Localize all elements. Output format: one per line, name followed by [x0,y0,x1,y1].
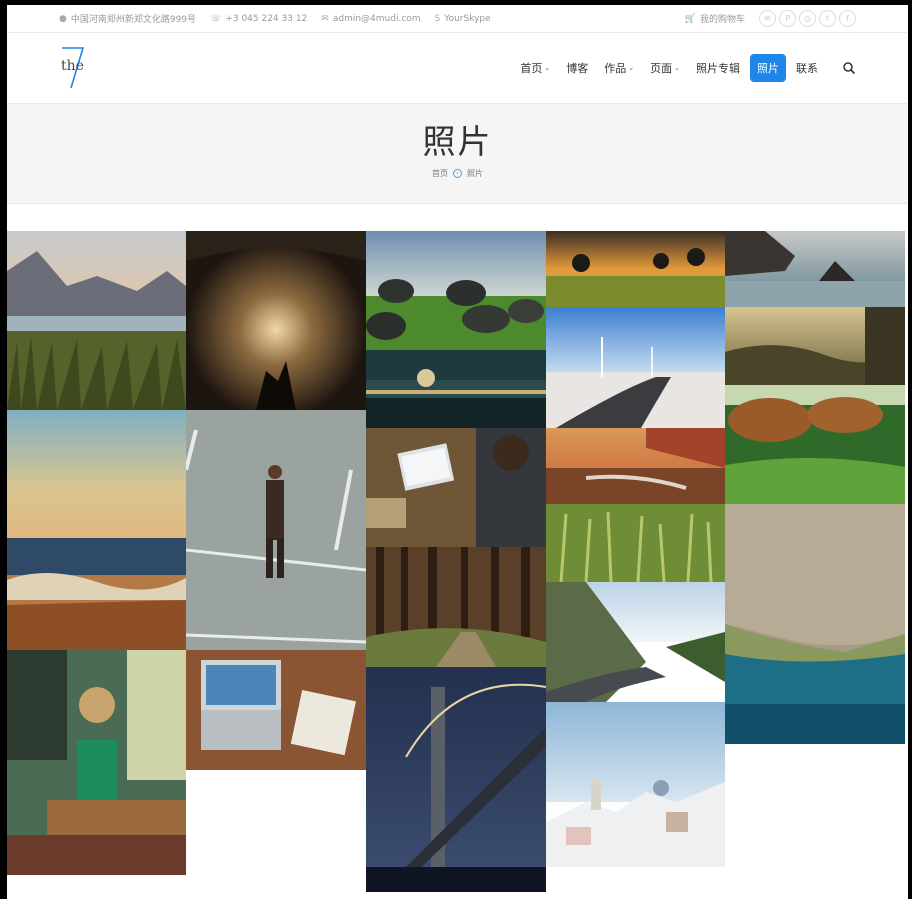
photo-laptop-desk[interactable] [186,650,366,770]
search-icon[interactable] [842,61,856,75]
photo-city-night-river[interactable] [366,350,546,428]
photo-wheat-field[interactable] [546,504,725,582]
nav-item-portfolio[interactable]: 作品 ⌄ [598,55,640,81]
photo-aerial-coast[interactable] [725,504,905,744]
envelope-icon: ✉ [321,13,329,24]
photo-desert-road[interactable] [546,428,725,504]
cart-link[interactable]: 🛒 我的购物车 [684,12,745,26]
photo-concert-stage[interactable] [186,231,366,410]
logo-text: the [61,58,84,74]
photo-misty-hills[interactable] [725,307,905,385]
photo-rocks-field[interactable] [366,231,546,350]
photo-mountain-road[interactable] [546,582,725,702]
photo-sunset-trees[interactable] [546,231,725,307]
main-nav: 首页 ⌄ 博客 作品 ⌄ 页面 ⌄ 照片专辑 照片 联系 [514,54,856,82]
page-title-band: 照片 首页 › 照片 [7,104,908,204]
top-bar: ● 中国河南郑州新郑文化路999号 ☏ +3 045 224 33 12 ✉ admi… [7,5,908,33]
twitter-icon[interactable]: t [819,10,836,27]
pinterest-icon[interactable]: P [779,10,796,27]
photo-teddy-cafe[interactable] [7,650,186,875]
nav-label: 照片专辑 [696,62,740,75]
chevron-right-icon: › [453,169,462,178]
nav-item-photos[interactable]: 照片 [750,54,786,82]
photo-coast-rocks[interactable] [725,231,905,307]
page-title: 照片 [422,122,493,161]
dribbble-icon[interactable]: ◎ [799,10,816,27]
address-text: 中国河南郑州新郑文化路999号 [70,15,197,25]
nav-label: 联系 [796,62,818,75]
cart-label: 我的购物车 [699,15,745,25]
nav-item-blog[interactable]: 博客 [560,55,594,81]
address-item: ● 中国河南郑州新郑文化路999号 [59,12,197,26]
breadcrumb-home[interactable]: 首页 [432,168,448,179]
nav-item-contact[interactable]: 联系 [790,55,824,81]
phone-icon: ☏ [210,13,222,24]
page-frame: ● 中国河南郑州新郑文化路999号 ☏ +3 045 224 33 12 ✉ admi… [7,5,908,899]
chevron-down-icon: ⌄ [544,64,551,72]
cart-icon: 🛒 [684,13,696,24]
nav-item-pages[interactable]: 页面 ⌄ [644,55,686,81]
site-header: the 首页 ⌄ 博客 作品 ⌄ 页面 ⌄ 照片专辑 照片 联系 [7,33,908,104]
nav-item-albums[interactable]: 照片专辑 [690,55,746,81]
breadcrumb-current: 照片 [467,169,483,178]
nav-item-home[interactable]: 首页 ⌄ [514,55,556,81]
photo-lake-mountains[interactable] [7,231,186,410]
photo-dogs-grass[interactable] [725,385,905,504]
mail-icon[interactable]: ✉ [759,10,776,27]
email-text[interactable]: admin@4mudi.com [333,14,421,24]
phone-item: ☏ +3 045 224 33 12 [210,14,307,24]
nav-label: 首页 [520,62,543,75]
chevron-down-icon: ⌄ [674,64,680,72]
chevron-down-icon: ⌄ [628,64,635,72]
contact-info: ● 中国河南郑州新郑文化路999号 ☏ +3 045 224 33 12 ✉ admi… [59,12,491,26]
skype-text[interactable]: YourSkype [444,14,490,24]
email-item[interactable]: ✉ admin@4mudi.com [321,14,420,24]
nav-label: 页面 [650,62,673,75]
skype-item[interactable]: S YourSkype [435,14,491,24]
nav-label: 作品 [604,62,627,75]
location-icon: ● [59,13,67,24]
photo-forest-path[interactable] [366,547,546,667]
nav-label: 照片 [757,62,779,75]
photo-laptop-notebook[interactable] [366,428,546,547]
breadcrumb: 首页 › 照片 [7,168,908,179]
phone-text: +3 045 224 33 12 [225,13,308,24]
skype-icon: S [434,13,441,24]
nav-label: 博客 [566,62,589,75]
photo-road-windmills[interactable] [546,307,725,428]
facebook-icon[interactable]: f [839,10,856,27]
photo-man-walking-road[interactable] [186,410,366,650]
photo-bridge-night[interactable] [366,667,546,892]
site-logo[interactable]: the [59,46,89,90]
photo-gallery [7,231,908,899]
social-links: ✉ P ◎ t f [759,10,856,27]
photo-santorini-village[interactable] [546,702,725,867]
photo-seaside-sunset[interactable] [7,410,186,650]
